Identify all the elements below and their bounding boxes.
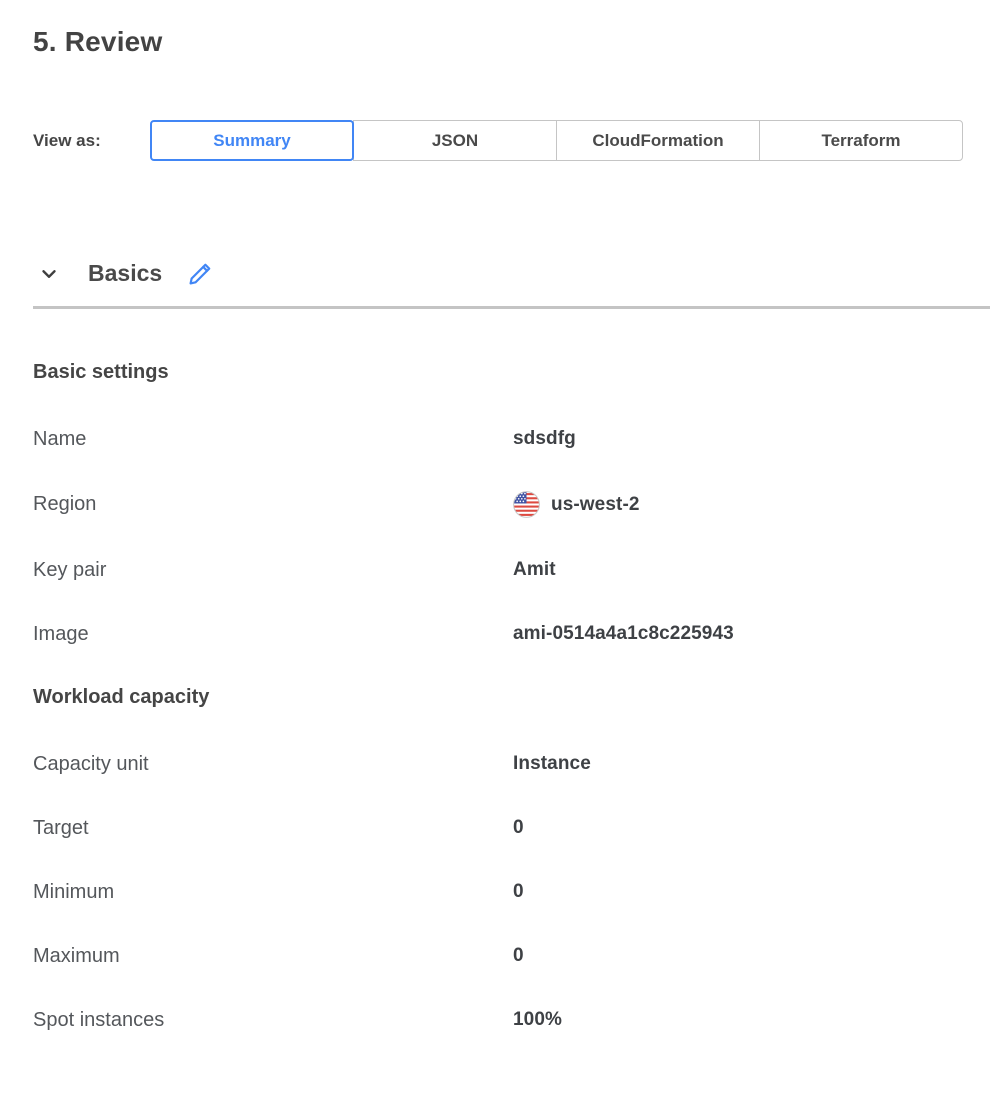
page-title: 5. Review xyxy=(33,26,990,58)
tab-cloudformation[interactable]: CloudFormation xyxy=(556,120,760,161)
row-value: sdsdfg xyxy=(513,428,576,450)
row-value: Amit xyxy=(513,559,556,581)
row-name: Name sdsdfg xyxy=(33,427,990,451)
row-key-pair: Key pair Amit xyxy=(33,558,990,582)
group-heading-workload-capacity: Workload capacity xyxy=(33,686,990,709)
chevron-down-icon xyxy=(38,263,60,285)
row-value: us-west-2 xyxy=(513,491,640,518)
row-label: Target xyxy=(33,817,513,840)
row-label: Key pair xyxy=(33,559,513,582)
row-minimum: Minimum 0 xyxy=(33,880,990,904)
row-value: 100% xyxy=(513,1009,562,1031)
row-label: Maximum xyxy=(33,945,513,968)
row-value: 0 xyxy=(513,817,524,839)
row-value: 0 xyxy=(513,945,524,967)
row-value: 0 xyxy=(513,881,524,903)
row-region: Region xyxy=(33,491,990,518)
row-value: Instance xyxy=(513,753,591,775)
tab-summary[interactable]: Summary xyxy=(150,120,354,161)
row-label: Region xyxy=(33,493,513,516)
view-as-label: View as: xyxy=(33,131,150,151)
row-target: Target 0 xyxy=(33,816,990,840)
row-maximum: Maximum 0 xyxy=(33,944,990,968)
tab-json[interactable]: JSON xyxy=(353,120,557,161)
row-value: ami-0514a4a1c8c225943 xyxy=(513,623,734,645)
collapse-section-button[interactable] xyxy=(38,263,60,285)
row-image: Image ami-0514a4a1c8c225943 xyxy=(33,622,990,646)
us-flag-icon xyxy=(513,491,540,518)
pencil-icon xyxy=(188,261,213,286)
row-label: Minimum xyxy=(33,881,513,904)
edit-basics-button[interactable] xyxy=(187,261,213,287)
section-title: Basics xyxy=(88,260,162,287)
row-label: Spot instances xyxy=(33,1009,513,1032)
group-heading-basic-settings: Basic settings xyxy=(33,361,990,384)
row-value-text: us-west-2 xyxy=(551,494,640,516)
row-label: Image xyxy=(33,623,513,646)
row-label: Name xyxy=(33,428,513,451)
view-as-row: View as: Summary JSON CloudFormation Ter… xyxy=(33,120,990,161)
section-divider xyxy=(33,306,990,309)
basics-section-header: Basics xyxy=(33,260,990,287)
tab-terraform[interactable]: Terraform xyxy=(759,120,963,161)
view-as-tab-group: Summary JSON CloudFormation Terraform xyxy=(150,120,964,161)
row-capacity-unit: Capacity unit Instance xyxy=(33,752,990,776)
row-label: Capacity unit xyxy=(33,753,513,776)
row-spot-instances: Spot instances 100% xyxy=(33,1008,990,1032)
